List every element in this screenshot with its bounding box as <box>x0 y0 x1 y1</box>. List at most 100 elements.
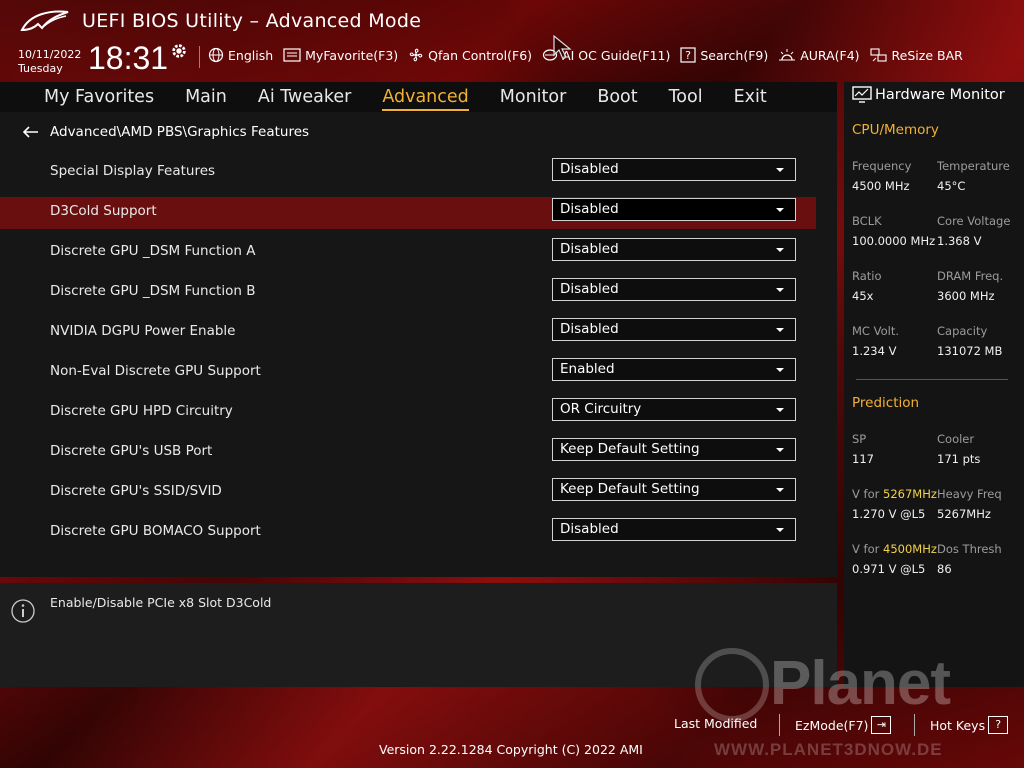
back-arrow-icon[interactable] <box>22 125 40 139</box>
dram-freq-value: 3600 MHz <box>937 289 995 303</box>
dropdown-caret-icon <box>776 408 784 412</box>
setting-label: Discrete GPU _DSM Function A <box>50 243 256 259</box>
day-text: Tuesday <box>18 62 63 75</box>
myfavorite-label: MyFavorite(F3) <box>305 47 399 63</box>
setting-value: Disabled <box>560 161 619 177</box>
setting-value: Disabled <box>560 521 619 537</box>
dropdown-caret-icon <box>776 528 784 532</box>
footer-divider <box>779 714 780 736</box>
hardware-monitor-label: Hardware Monitor <box>875 87 1005 103</box>
setting-dropdown[interactable]: OR Circuitry <box>552 398 796 421</box>
ratio-label: Ratio <box>852 269 882 283</box>
header: UEFI BIOS Utility – Advanced Mode 10/11/… <box>0 0 1024 82</box>
v-for-freq-label-2: V for 4500MHz <box>852 542 937 556</box>
tab-advanced[interactable]: Advanced <box>382 87 470 111</box>
toolbar: English MyFavorite(F3) Qfan Control(F6) … <box>208 47 973 63</box>
dropdown-caret-icon <box>776 448 784 452</box>
setting-dropdown[interactable]: Disabled <box>552 198 796 221</box>
rog-logo-icon <box>20 10 69 32</box>
ezmode-button[interactable]: EzMode(F7) ⇥ <box>795 716 892 734</box>
settings-panel: Advanced\AMD PBS\Graphics Features Speci… <box>0 112 837 577</box>
setting-row[interactable]: Non-Eval Discrete GPU Support Enabled <box>0 357 816 389</box>
info-icon <box>11 599 35 623</box>
myfavorite-button[interactable]: MyFavorite(F3) <box>283 48 398 63</box>
tab-exit[interactable]: Exit <box>734 87 767 107</box>
search-button[interactable]: ? Search(F9) <box>680 47 768 63</box>
heavy-freq-label: Heavy Freq <box>937 487 1002 501</box>
setting-row[interactable]: Discrete GPU BOMACO Support Disabled <box>0 517 816 549</box>
favorite-list-icon <box>283 48 301 62</box>
frequency-value: 4500 MHz <box>852 179 910 193</box>
hardware-monitor-panel: Hardware Monitor CPU/Memory Frequency Te… <box>844 82 1024 687</box>
tab-tool[interactable]: Tool <box>669 87 703 107</box>
setting-dropdown[interactable]: Disabled <box>552 318 796 341</box>
setting-dropdown[interactable]: Keep Default Setting <box>552 478 796 501</box>
breadcrumb: Advanced\AMD PBS\Graphics Features <box>22 124 309 140</box>
ezmode-key-icon: ⇥ <box>871 716 892 734</box>
dropdown-caret-icon <box>776 168 784 172</box>
setting-dropdown[interactable]: Disabled <box>552 518 796 541</box>
hot-keys-label: Hot Keys <box>930 717 986 733</box>
monitor-icon <box>852 86 872 103</box>
resize-bar-icon <box>869 48 887 62</box>
setting-label: Discrete GPU's USB Port <box>50 443 213 459</box>
setting-dropdown[interactable]: Enabled <box>552 358 796 381</box>
prediction-heading: Prediction <box>852 395 920 411</box>
setting-dropdown[interactable]: Disabled <box>552 278 796 301</box>
capacity-value: 131072 MB <box>937 344 1003 358</box>
heavy-freq-value: 5267MHz <box>937 507 991 521</box>
setting-row[interactable]: Discrete GPU _DSM Function A Disabled <box>0 237 816 269</box>
qfan-label: Qfan Control(F6) <box>428 47 533 63</box>
language-button[interactable]: English <box>208 47 273 63</box>
tab-my-favorites[interactable]: My Favorites <box>44 87 154 107</box>
setting-dropdown[interactable]: Keep Default Setting <box>552 438 796 461</box>
aura-button[interactable]: AURA(F4) <box>778 47 860 63</box>
setting-value: Disabled <box>560 321 619 337</box>
setting-value: Keep Default Setting <box>560 481 700 497</box>
setting-dropdown[interactable]: Disabled <box>552 158 796 181</box>
dropdown-caret-icon <box>776 488 784 492</box>
qfan-control-button[interactable]: Qfan Control(F6) <box>408 47 532 63</box>
capacity-label: Capacity <box>937 324 988 338</box>
tab-main[interactable]: Main <box>185 87 227 107</box>
hot-keys-button[interactable]: Hot Keys? <box>930 716 1009 734</box>
tab-boot[interactable]: Boot <box>597 87 637 107</box>
setting-row[interactable]: Discrete GPU's USB Port Keep Default Set… <box>0 437 816 469</box>
setting-row[interactable]: NVIDIA DGPU Power Enable Disabled <box>0 317 816 349</box>
setting-value: Enabled <box>560 361 615 377</box>
clock: 18:31 <box>88 40 169 76</box>
setting-row[interactable]: Discrete GPU HPD Circuitry OR Circuitry <box>0 397 816 429</box>
ai-oc-guide-label: AI OC Guide(F11) <box>562 47 671 63</box>
setting-value: Disabled <box>560 241 619 257</box>
v-for-freq-value: 1.270 V @L5 <box>852 507 926 521</box>
dos-thresh-label: Dos Thresh <box>937 542 1002 556</box>
setting-row[interactable]: Discrete GPU's SSID/SVID Keep Default Se… <box>0 477 816 509</box>
tab-ai-tweaker[interactable]: Ai Tweaker <box>258 87 351 107</box>
sp-value: 117 <box>852 452 874 466</box>
v-for-freq-value-2: 0.971 V @L5 <box>852 562 926 576</box>
setting-label: Discrete GPU's SSID/SVID <box>50 483 222 499</box>
setting-label: Discrete GPU _DSM Function B <box>50 283 256 299</box>
frequency-label: Frequency <box>852 159 912 173</box>
cooler-label: Cooler <box>937 432 975 446</box>
dos-thresh-value: 86 <box>937 562 952 576</box>
setting-dropdown[interactable]: Disabled <box>552 238 796 261</box>
tab-monitor[interactable]: Monitor <box>500 87 567 107</box>
search-question-icon: ? <box>680 47 696 63</box>
bclk-label: BCLK <box>852 214 882 228</box>
resize-bar-button[interactable]: ReSize BAR <box>869 47 963 63</box>
setting-label: Discrete GPU HPD Circuitry <box>50 403 233 419</box>
dropdown-caret-icon <box>776 328 784 332</box>
fan-icon <box>409 48 423 62</box>
last-modified-button[interactable]: Last Modified <box>674 716 757 731</box>
setting-label: NVIDIA DGPU Power Enable <box>50 323 236 339</box>
date-text: 10/11/2022 <box>18 48 82 61</box>
gear-icon[interactable] <box>170 42 188 60</box>
aura-light-icon <box>779 49 796 61</box>
setting-row[interactable]: Special Display Features Disabled <box>0 157 816 189</box>
hw-divider <box>856 379 1008 380</box>
setting-row[interactable]: Discrete GPU _DSM Function B Disabled <box>0 277 816 309</box>
setting-row-selected[interactable]: D3Cold Support Disabled <box>0 197 816 229</box>
temperature-label: Temperature <box>937 159 1010 173</box>
bclk-value: 100.0000 MHz <box>852 234 936 248</box>
